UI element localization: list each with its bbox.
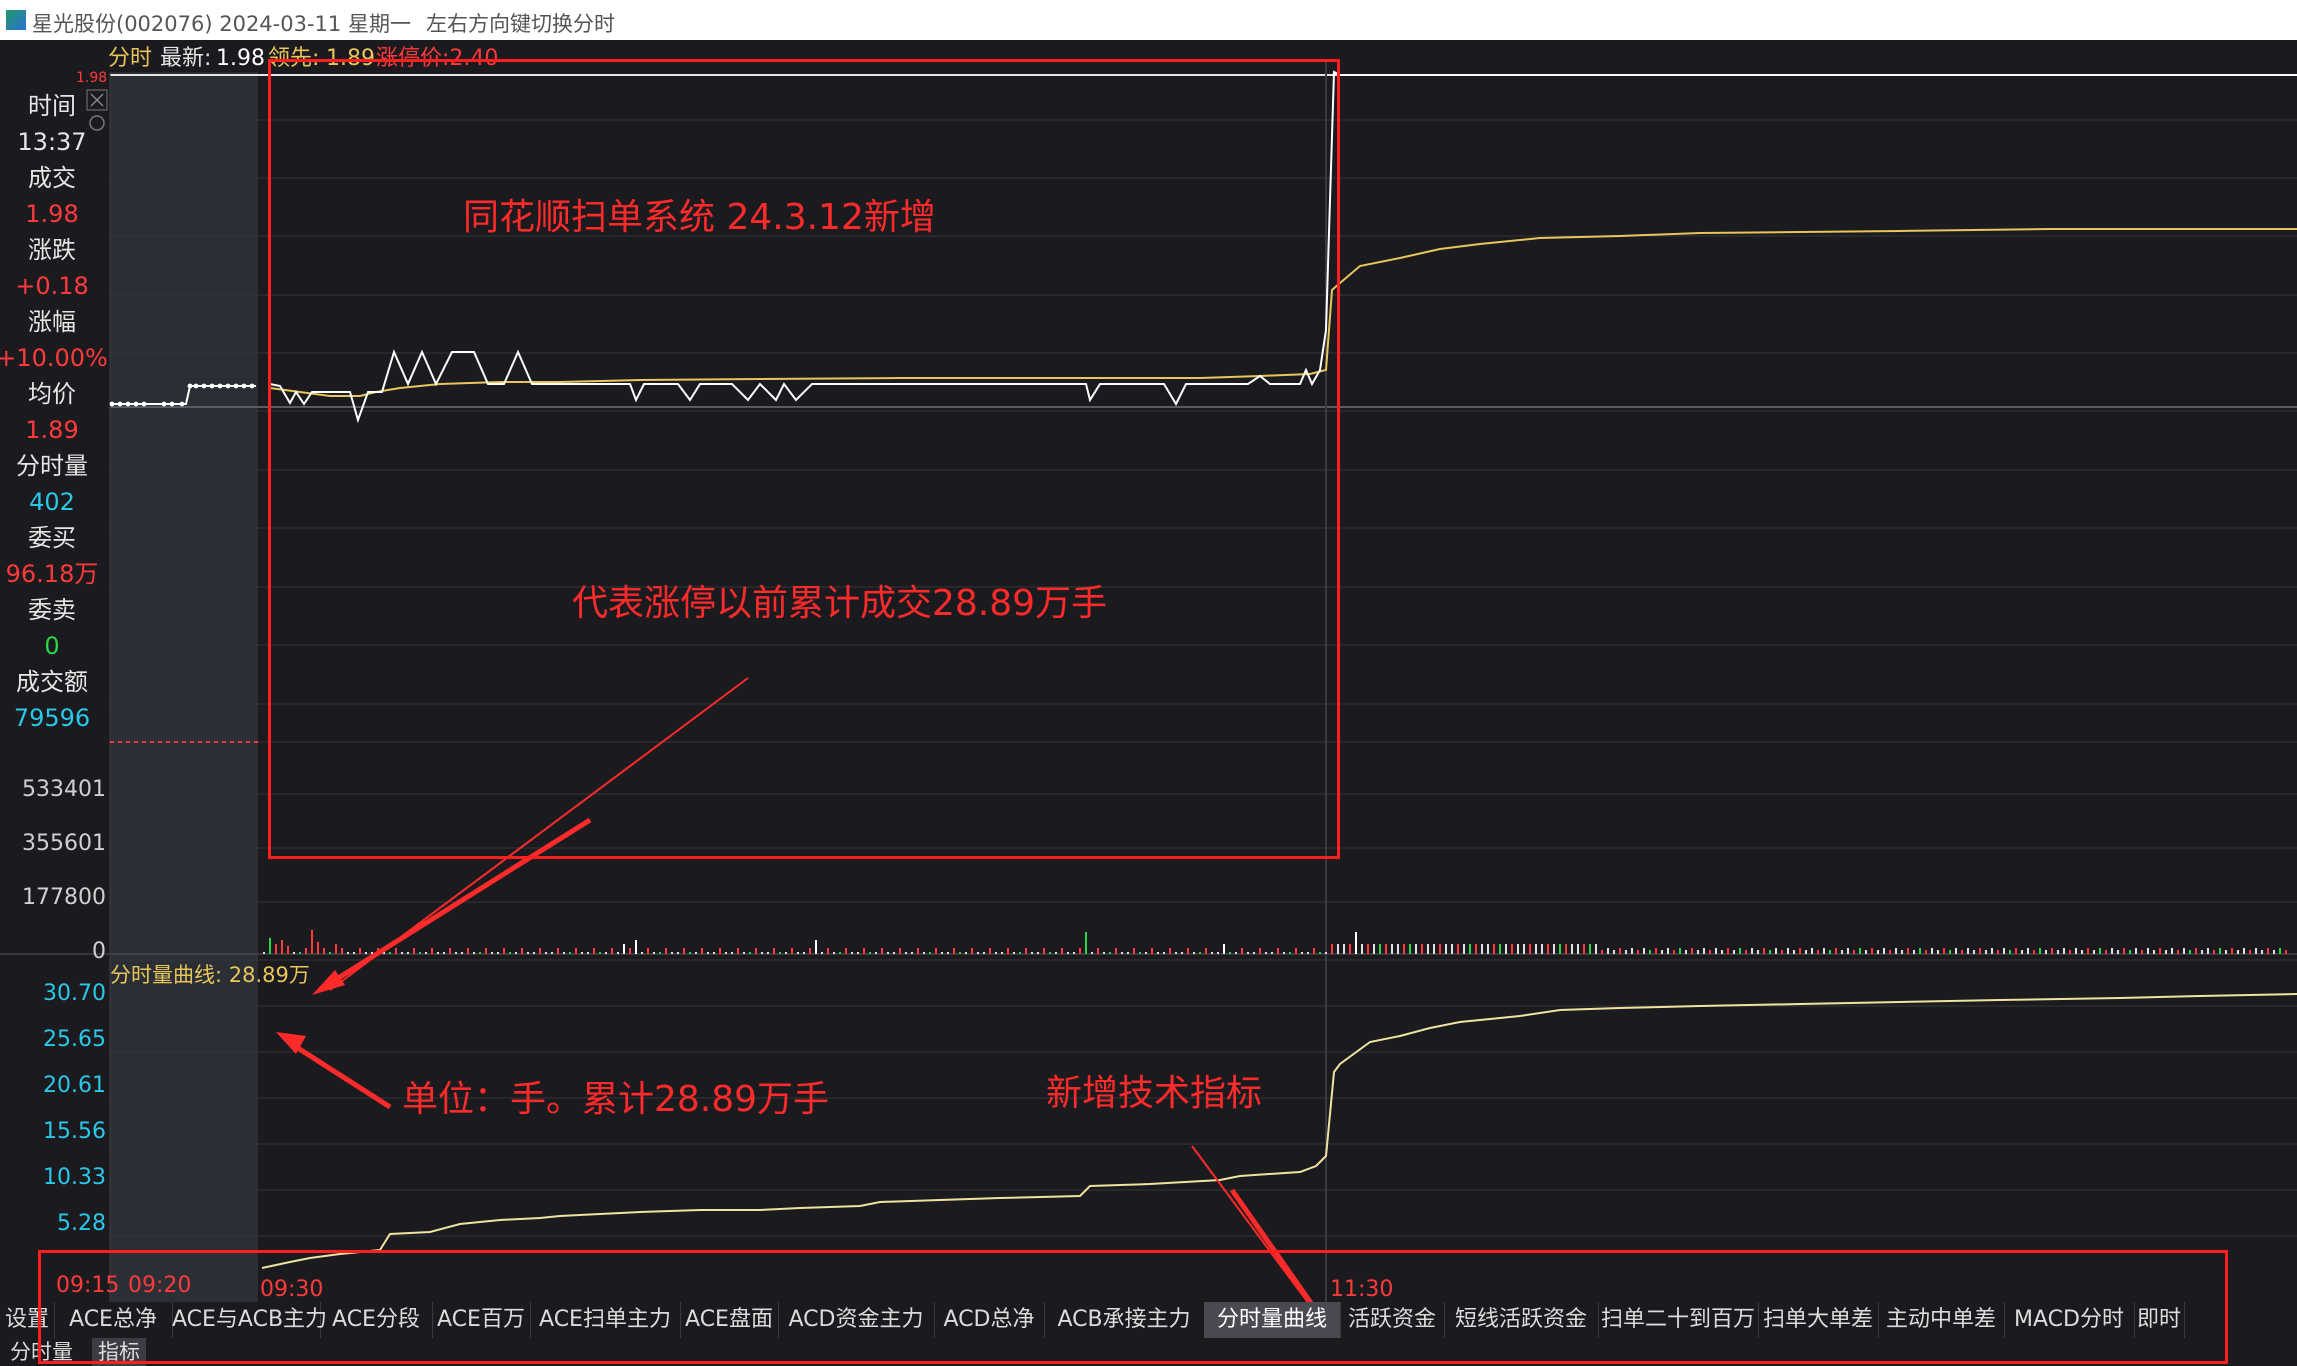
annotation-unit: 单位：手。累计28.89万手 — [402, 1079, 830, 1120]
sidebar-label: 均价 — [28, 380, 76, 408]
volume-axis-label: 355601 — [22, 831, 106, 856]
sidebar-value: 79596 — [14, 704, 90, 732]
sidebar-label: 涨幅 — [28, 308, 76, 336]
indicator-axis-label: 20.61 — [43, 1073, 106, 1098]
latest-value: 1.98 — [216, 46, 265, 71]
sidebar-value: 402 — [29, 488, 75, 516]
sidebar-label: 分时量 — [16, 452, 88, 480]
sidebar-value: +10.00% — [0, 344, 108, 372]
sidebar-value: 96.18万 — [6, 560, 99, 588]
sidebar-label: 成交额 — [16, 668, 88, 696]
indicator-label: 分时量曲线: 28.89万 — [110, 963, 310, 987]
preopen-area — [110, 72, 258, 1302]
sidebar-value: 1.89 — [25, 416, 78, 444]
window-hint: 左右方向键切换分时 — [426, 12, 615, 36]
sidebar-label: 委买 — [28, 524, 76, 552]
highlight-box-tabs — [38, 1250, 2228, 1364]
title-bar: 星光股份(002076) 2024-03-11 星期一 左右方向键切换分时 — [0, 0, 2297, 41]
latest-label: 最新: — [160, 46, 211, 71]
indicator-axis-label: 30.70 — [43, 981, 106, 1006]
sidebar-label: 时间 — [28, 92, 76, 120]
sidebar-value: +0.18 — [15, 272, 89, 300]
volume-axis-label: 533401 — [22, 777, 106, 802]
sidebar-label: 涨跌 — [28, 236, 76, 264]
indicator-axis-label: 5.28 — [57, 1211, 106, 1236]
app-icon — [6, 10, 26, 30]
highlight-box-chart — [268, 59, 1340, 859]
indicator-axis-label: 15.56 — [43, 1119, 106, 1144]
indicator-axis-label: 10.33 — [43, 1165, 106, 1190]
volume-axis-label: 177800 — [22, 885, 106, 910]
sidebar-value: 0 — [44, 632, 59, 660]
indicator-axis-label: 25.65 — [43, 1027, 106, 1052]
top-price-label: 1.98 — [76, 70, 107, 86]
window-title: 星光股份(002076) 2024-03-11 星期一 — [32, 12, 411, 36]
volume-axis-label: 0 — [92, 939, 106, 964]
sidebar-label: 委卖 — [28, 596, 76, 624]
tab-label-fenshi[interactable]: 分时 — [108, 46, 152, 71]
sidebar-value: 13:37 — [17, 128, 86, 156]
sidebar-label: 成交 — [28, 164, 76, 192]
annotation-new-indicator: 新增技术指标 — [1046, 1073, 1263, 1114]
sidebar-value: 1.98 — [25, 200, 78, 228]
